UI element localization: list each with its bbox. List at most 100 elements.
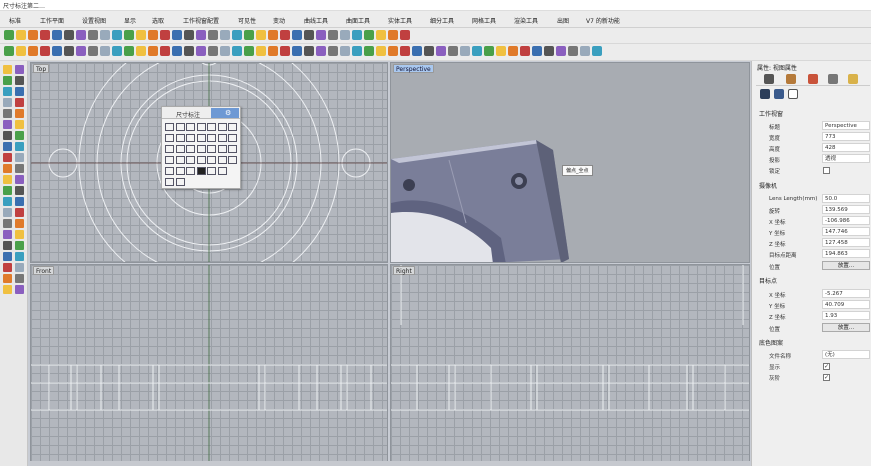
dimension-tool-icon[interactable] <box>186 123 195 131</box>
toolbar-tool-icon[interactable] <box>172 46 182 56</box>
menu-item[interactable]: 出图 <box>557 16 569 25</box>
brush-icon[interactable] <box>774 89 784 99</box>
camera-place-button[interactable]: 放置... <box>822 261 870 270</box>
left-tool-icon[interactable] <box>3 109 12 118</box>
dimension-floating-toolbar[interactable]: 尺寸标注 ⚙ <box>161 106 241 189</box>
toolbar-tool-icon[interactable] <box>100 30 110 40</box>
toolbar-tool-icon[interactable] <box>400 30 410 40</box>
toolbar-tool-icon[interactable] <box>460 46 470 56</box>
left-tool-icon[interactable] <box>15 230 24 239</box>
rotation-field[interactable]: 139.569 <box>822 205 870 214</box>
toolbar-tool-icon[interactable] <box>220 30 230 40</box>
dimension-tool-icon[interactable] <box>217 145 227 153</box>
toolbar-tool-icon[interactable] <box>148 30 158 40</box>
toolbar-tool-icon[interactable] <box>52 46 62 56</box>
left-tool-icon[interactable] <box>3 142 12 151</box>
menu-item[interactable]: 显示 <box>124 16 136 25</box>
toolbar-tool-icon[interactable] <box>232 46 242 56</box>
dimension-tool-icon[interactable] <box>196 156 206 164</box>
prop-title-field[interactable]: Perspective <box>822 121 870 130</box>
toolbar-tool-icon[interactable] <box>88 30 98 40</box>
viewport-label-top[interactable]: Top <box>33 64 50 73</box>
dimension-tool-icon[interactable] <box>207 145 216 153</box>
toolbar-tool-icon[interactable] <box>244 30 254 40</box>
left-tool-icon[interactable] <box>3 76 12 85</box>
toolbar-tool-icon[interactable] <box>124 46 134 56</box>
toolbar-tool-icon[interactable] <box>316 46 326 56</box>
left-tool-icon[interactable] <box>15 87 24 96</box>
floating-toolbar-header[interactable]: 尺寸标注 ⚙ <box>162 107 240 119</box>
left-tool-icon[interactable] <box>15 241 24 250</box>
toolbar-tool-icon[interactable] <box>256 46 266 56</box>
toolbar-tool-icon[interactable] <box>196 30 206 40</box>
viewport-label-front[interactable]: Front <box>33 266 55 275</box>
dimension-tool-icon[interactable] <box>175 134 185 142</box>
camera-x-field[interactable]: -106.986 <box>822 216 870 225</box>
toolbar-tool-icon[interactable] <box>64 46 74 56</box>
toolbar-tool-icon[interactable] <box>232 30 242 40</box>
menu-item[interactable]: 变动 <box>273 16 285 25</box>
target-y-field[interactable]: 40.709 <box>822 300 870 309</box>
left-tool-icon[interactable] <box>15 164 24 173</box>
toolbar-tool-icon[interactable] <box>388 46 398 56</box>
toolbar-tool-icon[interactable] <box>388 30 398 40</box>
toolbar-tool-icon[interactable] <box>316 30 326 40</box>
toolbar-tool-icon[interactable] <box>16 30 26 40</box>
menu-item[interactable]: 标准 <box>9 16 21 25</box>
toolbar-tool-icon[interactable] <box>184 30 194 40</box>
toolbar-tool-icon[interactable] <box>424 46 434 56</box>
left-tool-icon[interactable] <box>15 274 24 283</box>
toolbar-tool-icon[interactable] <box>100 46 110 56</box>
bg-grayscale-checkbox[interactable]: ✓ <box>823 374 830 381</box>
dimension-tool-icon[interactable] <box>175 156 185 164</box>
toolbar-tool-icon[interactable] <box>256 30 266 40</box>
left-tool-icon[interactable] <box>3 208 12 217</box>
dimension-tool-icon[interactable] <box>217 156 227 164</box>
toolbar-tool-icon[interactable] <box>448 46 458 56</box>
dimension-tool-icon[interactable] <box>165 145 174 153</box>
left-tool-icon[interactable] <box>3 120 12 129</box>
lock-checkbox[interactable] <box>823 167 830 174</box>
toolbar-tool-icon[interactable] <box>364 46 374 56</box>
toolbar-tool-icon[interactable] <box>412 46 422 56</box>
left-tool-icon[interactable] <box>15 153 24 162</box>
left-tool-icon[interactable] <box>3 197 12 206</box>
toolbar-tool-icon[interactable] <box>4 30 14 40</box>
left-tool-icon[interactable] <box>15 285 24 294</box>
dimension-tool-icon[interactable] <box>165 156 174 164</box>
toolbar-tool-icon[interactable] <box>532 46 542 56</box>
toolbar-tool-icon[interactable] <box>136 46 146 56</box>
menu-item[interactable]: 工作视窗配置 <box>183 16 219 25</box>
left-tool-icon[interactable] <box>3 241 12 250</box>
toolbar-tool-icon[interactable] <box>304 46 314 56</box>
dimension-tool-icon[interactable] <box>186 134 195 142</box>
viewport-right[interactable]: Right <box>390 264 750 462</box>
toolbar-tool-icon[interactable] <box>472 46 482 56</box>
left-tool-icon[interactable] <box>15 186 24 195</box>
camera-y-field[interactable]: 147.746 <box>822 227 870 236</box>
prop-height-field[interactable]: 428 <box>822 143 870 152</box>
toolbar-tool-icon[interactable] <box>400 46 410 56</box>
menu-item[interactable]: 设置视图 <box>82 16 106 25</box>
dimension-tool-icon[interactable] <box>228 123 237 131</box>
target-place-button[interactable]: 放置... <box>822 323 870 332</box>
toolbar-tool-icon[interactable] <box>328 30 338 40</box>
prop-projection-field[interactable]: 透视 <box>822 154 870 163</box>
toolbar-tool-icon[interactable] <box>268 30 278 40</box>
left-tool-icon[interactable] <box>3 285 12 294</box>
toolbar-tool-icon[interactable] <box>352 46 362 56</box>
toolbar-tool-icon[interactable] <box>496 46 506 56</box>
toolbar-tool-icon[interactable] <box>16 46 26 56</box>
dimension-tool-icon[interactable] <box>207 156 216 164</box>
dimension-tool-icon[interactable] <box>186 145 195 153</box>
toolbar-tool-icon[interactable] <box>76 30 86 40</box>
left-tool-icon[interactable] <box>3 65 12 74</box>
toolbar-tool-icon[interactable] <box>76 46 86 56</box>
dimension-tool-icon[interactable] <box>175 167 185 175</box>
dimension-tool-icon[interactable] <box>175 178 185 186</box>
left-tool-icon[interactable] <box>3 252 12 261</box>
toolbar-tool-icon[interactable] <box>160 46 170 56</box>
dimension-tool-icon[interactable] <box>228 145 237 153</box>
dimension-tool-icon[interactable] <box>175 123 185 131</box>
target-distance-field[interactable]: 194.863 <box>822 249 870 258</box>
